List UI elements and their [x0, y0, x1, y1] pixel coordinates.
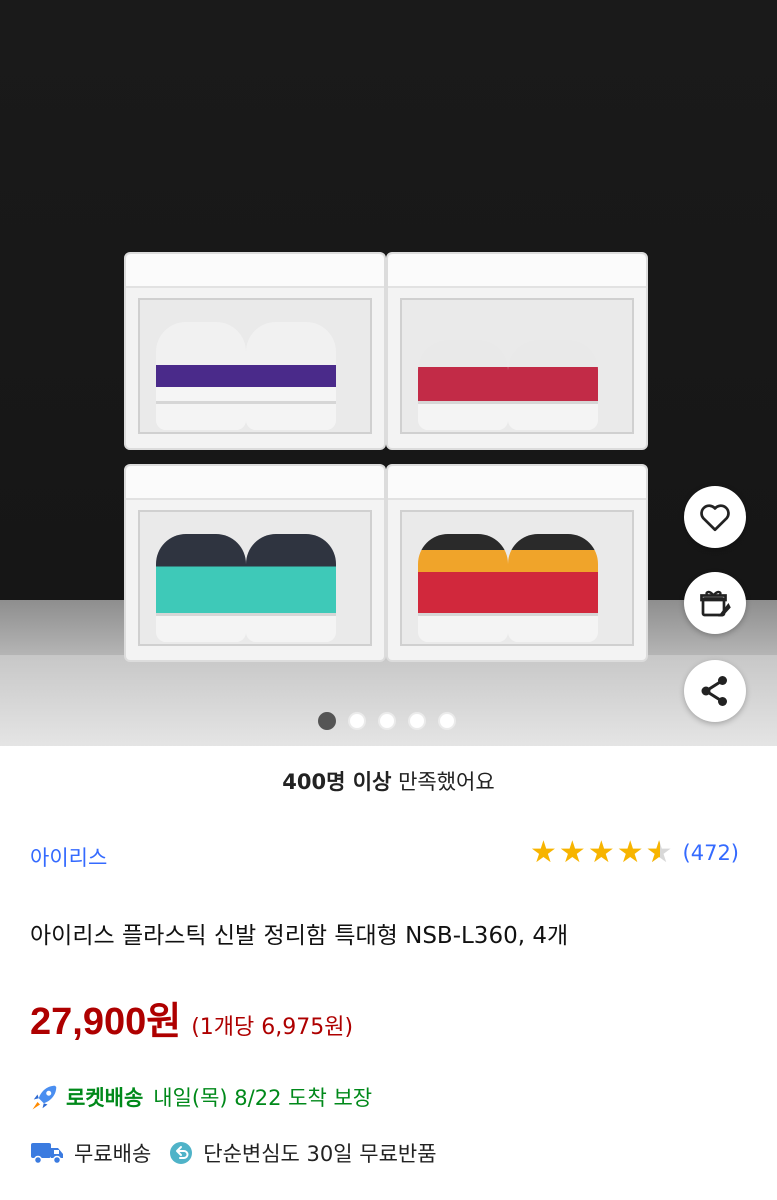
product-rating[interactable]: ★ ★ ★ ★ ★ ★ (472) [530, 838, 739, 868]
gallery-pagination [318, 712, 456, 730]
review-count[interactable]: (472) [683, 841, 739, 865]
price-row: 27,900원 (1개당 6,975원) [30, 990, 353, 1045]
star-icon: ★ ★ [645, 835, 673, 870]
shoe-box-top-right [386, 252, 648, 450]
product-title: 아이리스 플라스틱 신발 정리함 특대형 NSB-L360, 4개 [30, 923, 569, 949]
unit-price: (1개당 6,975원) [191, 1015, 354, 1040]
gallery-dot[interactable] [378, 712, 396, 730]
star-icon: ★ [616, 835, 644, 870]
star-icon: ★ [558, 835, 586, 870]
gift-button[interactable] [684, 572, 746, 634]
arrival-date: 내일(목) 8/22 도착 보장 [153, 1086, 373, 1110]
star-icon: ★ [530, 835, 557, 870]
share-button[interactable] [684, 660, 746, 722]
shoe-box-top-left [124, 252, 386, 450]
brand-link[interactable]: 아이리스 [30, 842, 107, 872]
product-image[interactable] [0, 0, 777, 746]
star-icon: ★ [587, 835, 615, 870]
gallery-dot[interactable] [348, 712, 366, 730]
wishlist-button[interactable] [684, 486, 746, 548]
free-shipping-label: 무료배송 [74, 1142, 152, 1166]
satisfaction-count: 400명 이상 [282, 770, 392, 794]
shoe-box-bottom-right [386, 464, 648, 662]
share-icon [701, 676, 727, 706]
gallery-dot[interactable] [318, 712, 336, 730]
free-return-label: 단순변심도 30일 무료반품 [203, 1142, 437, 1166]
rocket-delivery: 로켓배송 내일(목) 8/22 도착 보장 [30, 1082, 372, 1112]
satisfaction-banner: 400명 이상 만족했어요 [0, 766, 777, 796]
truck-icon [31, 1143, 63, 1165]
heart-icon [700, 504, 730, 532]
gift-icon [700, 590, 731, 617]
rocket-icon [32, 1085, 57, 1110]
sale-price: 27,900원 [30, 1001, 182, 1043]
floor-reflection [0, 655, 777, 746]
shipping-badges: 무료배송 단순변심도 30일 무료반품 [30, 1138, 437, 1168]
rocket-delivery-label: 로켓배송 [66, 1086, 144, 1110]
gallery-dot[interactable] [438, 712, 456, 730]
return-icon [170, 1142, 193, 1164]
star-rating: ★ ★ ★ ★ ★ ★ [530, 838, 673, 868]
gallery-dot[interactable] [408, 712, 426, 730]
shoe-box-bottom-left [124, 464, 386, 662]
satisfaction-text: 만족했어요 [391, 770, 495, 794]
